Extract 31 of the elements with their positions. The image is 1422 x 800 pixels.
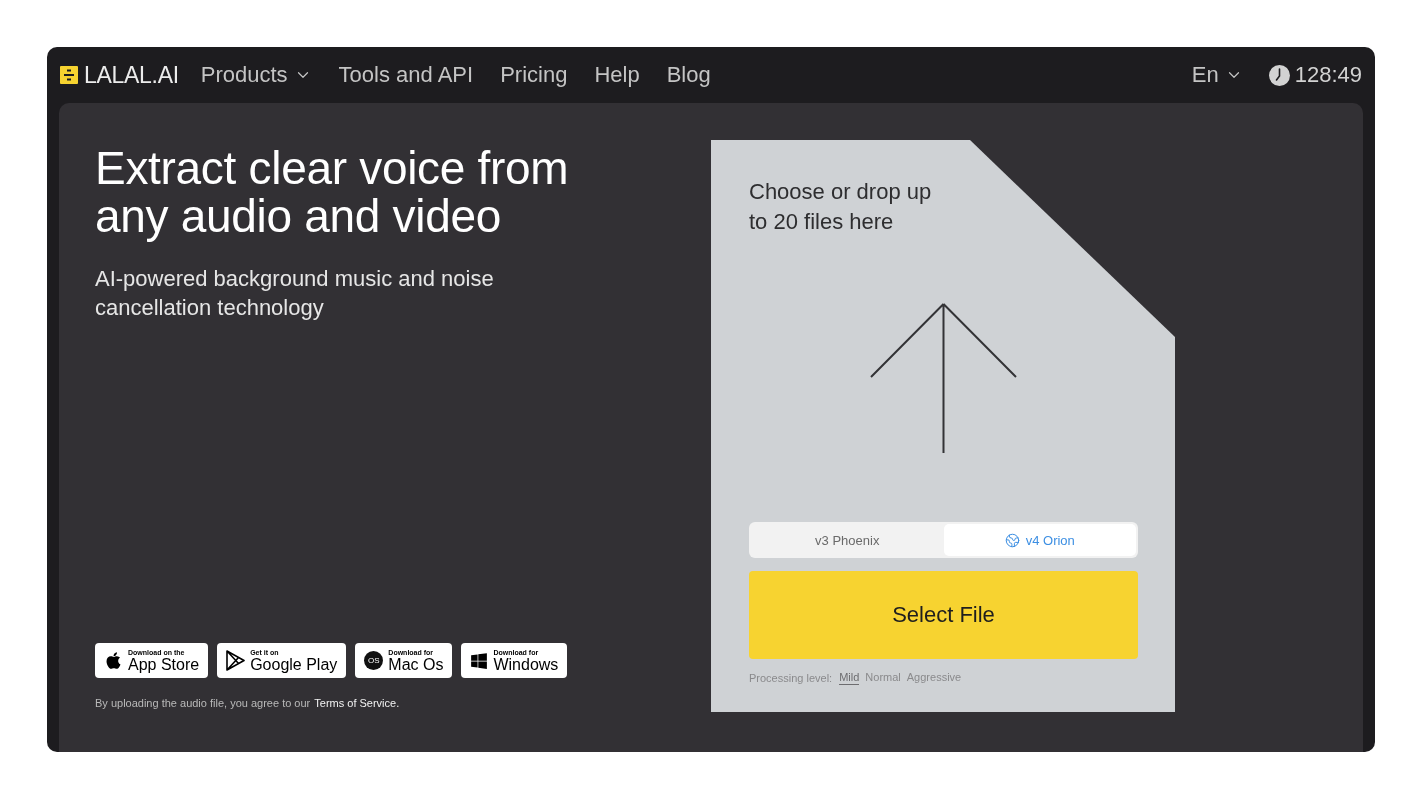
timer-text: 128:49	[1294, 62, 1362, 88]
terms-link[interactable]: Terms of Service.	[314, 697, 400, 709]
logo-icon	[60, 66, 78, 84]
model-tab[interactable]: v3 Phoenix	[751, 524, 944, 556]
hero-title: Extract clear voice from any audio and video	[95, 144, 570, 240]
store-name: Google Play	[250, 656, 338, 673]
processing-option[interactable]: Mild	[839, 671, 860, 685]
drop-zone[interactable]: Choose or drop up to 20 files here v3 Phoenix v4 Orion Select File Processing level: Mild Normal Aggressive	[711, 140, 1175, 712]
nav-link[interactable]: Blog	[666, 62, 711, 88]
logo-text: LALAL.AI	[84, 61, 179, 89]
model-tab[interactable]: v4 Orion	[943, 524, 1136, 556]
nav-link[interactable]: Help	[594, 62, 640, 88]
os-logo: OS	[364, 651, 384, 670]
globe-icon	[1004, 532, 1020, 548]
nav-link[interactable]: Tools and API	[338, 62, 474, 88]
processing-label: Processing level:	[749, 672, 833, 684]
language-selector[interactable]: En	[1191, 62, 1243, 88]
store-name: Windows	[493, 656, 559, 673]
upload-arrow-icon	[870, 303, 1017, 454]
windows-icon	[470, 651, 489, 670]
clock-icon	[1268, 64, 1290, 86]
select-file-button[interactable]: Select File	[749, 571, 1138, 659]
store-name: Mac Os	[388, 656, 444, 673]
play-triangle-icon	[226, 650, 246, 671]
drop-prompt: Choose or drop up to 20 files here	[749, 178, 933, 236]
apple-icon	[104, 651, 123, 670]
nav-link[interactable]: Pricing	[500, 62, 568, 88]
hero-subtitle: AI-powered background music and noise cancellation technology	[95, 265, 495, 322]
store-name: App Store	[128, 656, 200, 673]
consent-text: By uploading the audio file, you agree to our Terms of Service.	[95, 697, 400, 709]
nav-link[interactable]: Products	[200, 62, 312, 88]
